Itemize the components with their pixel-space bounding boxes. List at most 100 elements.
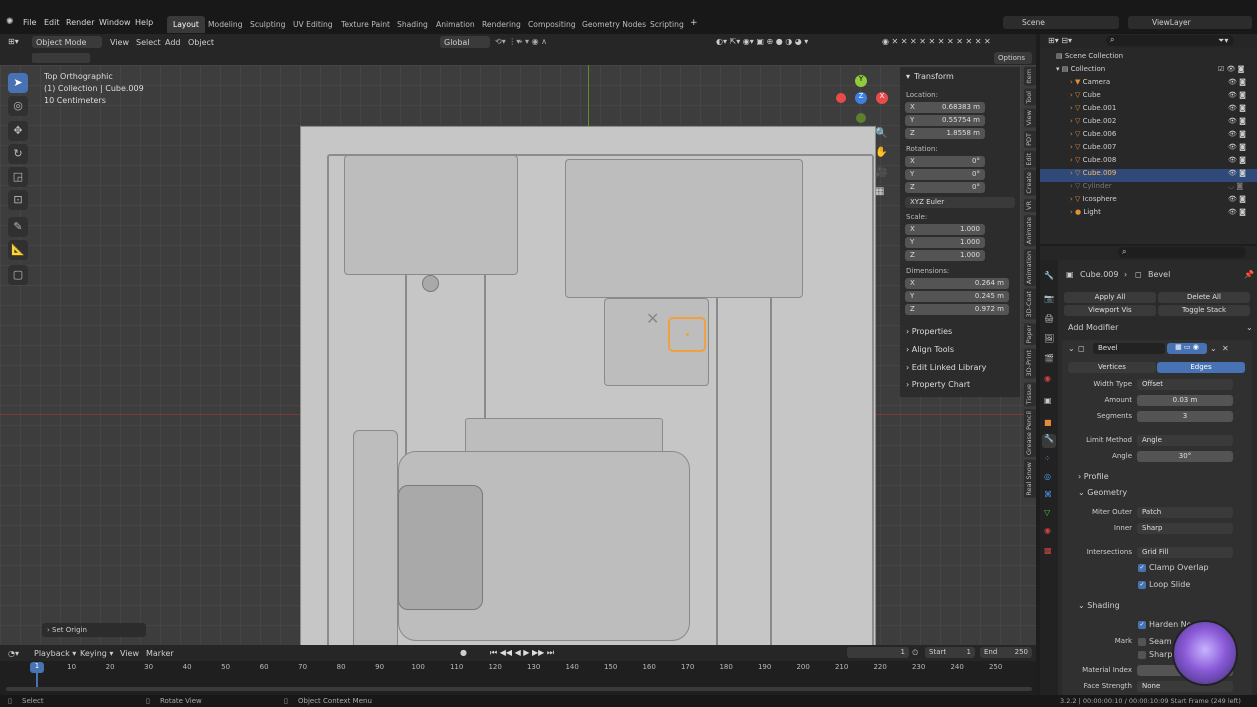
mode-selector[interactable]: Object Mode (32, 36, 102, 48)
mark-sharp-checkbox[interactable]: Sharp (1138, 650, 1172, 659)
dimensions-y-field[interactable]: Y 0.245 m (905, 291, 1009, 302)
eye-icon[interactable]: 👁 ◙ (1228, 208, 1246, 216)
vtab-view[interactable]: View (1024, 108, 1036, 128)
tab-layout[interactable]: Layout (167, 16, 205, 33)
menu-add[interactable]: Add (165, 38, 181, 47)
eye-icon[interactable]: 👁 ◙ (1228, 91, 1246, 99)
particles-tab-icon[interactable]: ⁘ (1044, 454, 1051, 463)
playhead[interactable]: 1 (30, 662, 44, 673)
timeline-scrollbar[interactable] (6, 687, 1032, 691)
vtab-grease-pencil[interactable]: Grease Pencil (1024, 409, 1036, 458)
dimensions-x-field[interactable]: X 0.264 m (905, 278, 1009, 289)
tool-tab-icon[interactable]: 🔧 (1044, 271, 1054, 280)
align-tools-header[interactable]: › Align Tools (906, 345, 954, 354)
transform-header[interactable]: Transform (914, 72, 954, 81)
eye-icon[interactable]: 👁 ◙ (1228, 104, 1246, 112)
eye-icon[interactable]: 👁 ◙ (1228, 130, 1246, 138)
vtab-vr[interactable]: VR (1024, 198, 1036, 212)
rotation-x-field[interactable]: X 0° (905, 156, 985, 167)
zoom-icon[interactable]: 🔍 (875, 128, 887, 139)
menu-playback[interactable]: Playback ▾ (34, 649, 76, 658)
menu-marker[interactable]: Marker (146, 649, 174, 658)
snap-icon[interactable]: ⌖ ▾ ◉ ∧ (518, 37, 547, 47)
ortho-grid-icon[interactable]: ▦ (875, 186, 884, 197)
move-tool-icon[interactable]: ✥ (8, 121, 28, 141)
add-cube-tool-icon[interactable]: ▢ (8, 265, 28, 285)
location-z-field[interactable]: Z 1.8558 m (905, 128, 985, 139)
object-tab-icon[interactable]: ■ (1044, 418, 1052, 427)
vtab-real-snow[interactable]: Real Snow (1024, 460, 1036, 498)
scene-tab-icon[interactable]: 🎬 (1044, 354, 1054, 363)
world-tab-icon[interactable]: ◉ (1044, 374, 1051, 383)
overlay-icons[interactable]: ◉ ✕ ✕ ✕ ✕ ✕ ✕ ✕ ✕ ✕ ✕ ✕ (882, 37, 991, 46)
scene-selector[interactable] (1003, 16, 1119, 29)
eye-icon[interactable]: 👁 ◙ (1228, 117, 1246, 125)
collapse-chevron-icon[interactable]: ⌄ (1068, 344, 1075, 353)
vtab-paper[interactable]: Paper (1024, 322, 1036, 346)
view-layer-tab-icon[interactable]: 🖼 (1044, 334, 1054, 343)
menu-window[interactable]: Window (99, 18, 131, 27)
menu-file[interactable]: File (23, 18, 36, 27)
rotate-tool-icon[interactable]: ↻ (8, 144, 28, 164)
constraints-tab-icon[interactable]: ⌘ (1044, 490, 1052, 499)
edit-linked-library-header[interactable]: › Edit Linked Library (906, 363, 986, 372)
outliner-row-cube-002[interactable]: › ▽ Cube.002 👁 ◙ (1040, 117, 1257, 130)
add-modifier-dropdown[interactable]: Add Modifier (1068, 323, 1118, 332)
toggle-stack-button[interactable]: Toggle Stack (1158, 305, 1250, 316)
tab-rendering[interactable]: Rendering (476, 16, 527, 33)
tab-animation[interactable]: Animation (430, 16, 481, 33)
geometry-subpanel[interactable]: ⌄ Geometry (1078, 488, 1127, 497)
timeline-editor-icon[interactable]: ◔▾ (8, 649, 19, 658)
output-tab-icon[interactable]: 🖨 (1044, 314, 1054, 323)
texture-tab-icon[interactable]: ▩ (1044, 546, 1052, 555)
vtab-animation[interactable]: Animation (1024, 249, 1036, 287)
vtab-3d-print[interactable]: 3D-Print (1024, 348, 1036, 379)
tab-scripting[interactable]: Scripting (644, 16, 690, 33)
orientation-selector[interactable]: Global (440, 36, 490, 48)
scale-x-field[interactable]: X 1.000 (905, 224, 985, 235)
modifier-name-input[interactable]: Bevel (1093, 343, 1165, 354)
cursor-tool-icon[interactable]: ◎ (8, 96, 28, 116)
vtab-pdt[interactable]: PDT (1024, 130, 1036, 148)
vtab-edit[interactable]: Edit (1024, 150, 1036, 168)
scale-tool-icon[interactable]: ◲ (8, 167, 28, 187)
outliner-row-cylinder[interactable]: › ▽ Cylinder ◡ ◙ (1040, 182, 1257, 195)
mark-seam-checkbox[interactable]: Seam (1138, 637, 1172, 646)
scale-z-field[interactable]: Z 1.000 (905, 250, 985, 261)
pan-hand-icon[interactable]: ✋ (875, 147, 887, 158)
tab-geometry-nodes[interactable]: Geometry Nodes (576, 16, 652, 33)
outliner-row-light[interactable]: › ● Light 👁 ◙ (1040, 208, 1257, 221)
transform-header-chevron-icon[interactable]: ▾ (906, 72, 910, 81)
dimensions-z-field[interactable]: Z 0.972 m (905, 304, 1009, 315)
eye-icon[interactable]: 👁 ◙ (1228, 169, 1246, 177)
outliner-row-scene-collection[interactable]: ▤ Scene Collection (1040, 52, 1257, 65)
inner-dropdown[interactable]: Sharp (1137, 523, 1233, 534)
menu-keying[interactable]: Keying ▾ (80, 649, 113, 658)
segments-field[interactable]: 3 (1137, 411, 1233, 422)
rotation-mode-dropdown[interactable]: XYZ Euler (905, 197, 1015, 208)
vtab-create[interactable]: Create (1024, 170, 1036, 196)
width-type-dropdown[interactable]: Offset (1137, 379, 1233, 390)
filter-icon[interactable]: ⏷▾ (1218, 36, 1228, 46)
property-chart-header[interactable]: › Property Chart (906, 380, 970, 389)
gizmo-x-icon[interactable]: X (876, 92, 888, 104)
blender-logo-icon[interactable]: ✺ (6, 17, 14, 27)
collection-tab-icon[interactable]: ▣ (1044, 396, 1052, 405)
loop-slide-checkbox[interactable]: ✓ Loop Slide (1138, 580, 1190, 589)
profile-subpanel[interactable]: › Profile (1078, 472, 1109, 481)
pin-icon[interactable]: 📌 (1244, 270, 1254, 279)
render-tab-icon[interactable]: 📷 (1044, 294, 1054, 303)
3d-viewport[interactable]: Top Orthographic (1) Collection | Cube.0… (0, 65, 1036, 645)
tab-vertices[interactable]: Vertices (1068, 362, 1156, 373)
tab-edges[interactable]: Edges (1157, 362, 1245, 373)
eye-icon[interactable]: 👁 ◙ (1228, 156, 1246, 164)
menu-help[interactable]: Help (135, 18, 153, 27)
clamp-overlap-checkbox[interactable]: ✓ Clamp Overlap (1138, 563, 1209, 572)
chevron-down-icon[interactable]: ⌄ (1246, 323, 1253, 332)
tab-modeling[interactable]: Modeling (202, 16, 249, 33)
rotation-z-field[interactable]: Z 0° (905, 182, 985, 193)
outliner-row-cube-001[interactable]: › ▽ Cube.001 👁 ◙ (1040, 104, 1257, 117)
properties-search-input[interactable]: ⌕ (1118, 247, 1246, 258)
menu-edit[interactable]: Edit (44, 18, 60, 27)
select-tool-icon[interactable]: ➤ (8, 73, 28, 93)
